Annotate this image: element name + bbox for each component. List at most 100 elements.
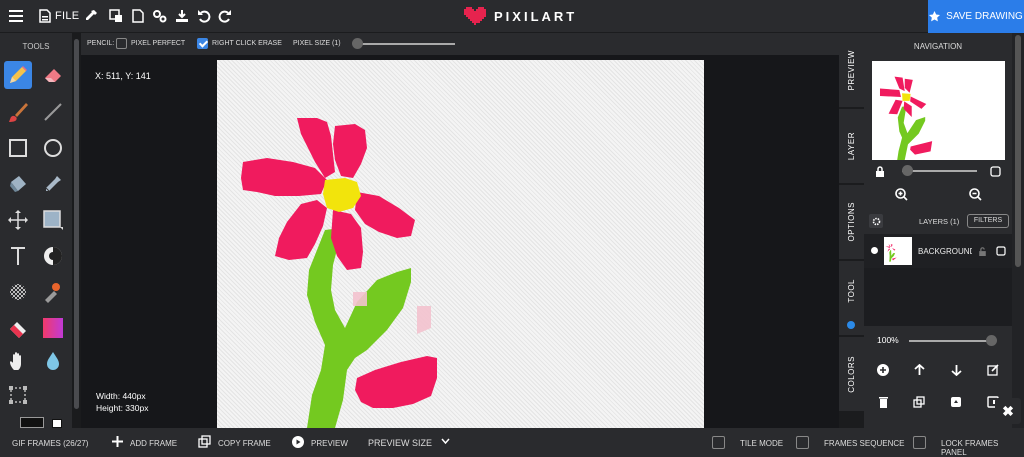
tab-colors[interactable]: COLORS [839,337,864,411]
eraser-tool[interactable] [39,61,67,89]
close-icon[interactable]: ✖ [995,398,1021,424]
download-icon[interactable] [174,8,190,24]
dither-tool[interactable] [4,278,32,306]
add-icon[interactable] [876,363,890,377]
resize-icon[interactable] [108,8,124,24]
frames-sequence-label: FRAMES SEQUENCE [824,439,905,448]
shade-tool[interactable] [39,242,67,270]
undo-icon[interactable] [196,8,212,24]
add-frame-button[interactable]: ADD FRAME [130,439,177,448]
opacity-slider-knob[interactable] [986,335,997,346]
gif-frames-label[interactable]: GIF FRAMES (26/27) [12,439,88,448]
pixel-size-slider-knob[interactable] [352,38,363,49]
navigation-opacity-track[interactable] [902,170,977,172]
trash-icon[interactable] [876,395,890,409]
tab-preview[interactable]: PREVIEW [839,33,864,107]
stamp-icon [45,283,60,303]
tools-title: TOOLS [22,42,50,51]
layer-visibility-icon[interactable] [871,247,878,254]
shade-icon [44,247,62,265]
fullscreen-icon[interactable] [988,164,1002,178]
chevron-down-icon[interactable] [441,438,450,447]
right-panel-scrollbar[interactable] [1012,33,1024,428]
opacity-slider-track[interactable] [909,340,993,342]
save-drawing-button[interactable]: SAVE DRAWING [928,0,1024,33]
canvas-dimensions: Width: 440px Height: 330px [96,390,148,414]
tab-options[interactable]: OPTIONS [839,185,864,259]
drawing-canvas[interactable] [217,60,704,428]
move-tool[interactable] [4,206,32,234]
file-icon[interactable] [37,8,53,24]
duplicate-icon[interactable] [912,395,926,409]
navigation-thumbnail [879,76,933,160]
preview-size-select[interactable]: PREVIEW SIZE [368,438,432,448]
pixel-perfect-checkbox[interactable] [116,38,127,49]
eyedropper-icon[interactable] [83,8,99,24]
tools-scrollbar-thumb[interactable] [74,39,79,409]
right-panel: NAVIGATION LAYERS (1) FILTERS BACKGROUND… [864,33,1012,428]
zoom-out-icon[interactable] [968,187,982,201]
lock-frames-panel-checkbox[interactable] [913,436,926,449]
color-replace-tool[interactable] [4,314,32,342]
preview-button[interactable]: PREVIEW [311,439,348,448]
play-icon[interactable] [292,436,304,450]
add-frame-icon[interactable] [112,436,123,449]
redo-icon[interactable] [217,8,233,24]
edit-icon[interactable] [986,363,1000,377]
tool-name-label: PENCIL: [87,40,115,47]
layers-header: LAYERS (1) FILTERS [864,210,1012,232]
heart-logo-icon [464,7,486,25]
text-tool[interactable] [4,242,32,270]
lock-icon[interactable] [873,164,887,178]
bucket-tool[interactable] [4,170,32,198]
tile-mode-checkbox[interactable] [712,436,725,449]
navigation-opacity-knob[interactable] [902,165,913,176]
right-click-erase-checkbox[interactable] [197,38,208,49]
select-tool[interactable] [39,206,67,234]
canvas-width: Width: 440px [96,391,146,401]
line-tool[interactable] [39,98,67,126]
brush-tool[interactable] [4,98,32,126]
pencil-tool[interactable] [4,61,32,89]
layer-select-icon[interactable] [994,244,1008,258]
stamp-tool[interactable] [39,278,67,306]
filters-button[interactable]: FILTERS [967,214,1009,228]
tab-tool[interactable]: TOOL [839,261,864,335]
document-icon[interactable] [130,8,146,24]
text-icon [11,247,25,265]
zoom-in-icon[interactable] [894,187,908,201]
rectangle-icon [9,139,27,157]
arrow-down-icon[interactable] [949,363,963,377]
primary-color-swatch[interactable] [20,417,44,428]
navigation-preview[interactable] [872,61,1005,160]
merge-icon[interactable] [949,395,963,409]
layer-row[interactable]: BACKGROUND [864,234,1012,268]
secondary-color-swatch[interactable] [52,419,62,428]
arrow-up-icon[interactable] [912,363,926,377]
eyedropper-tool[interactable] [39,170,67,198]
tools-scrollbar[interactable] [72,33,81,428]
tab-tool-indicator [847,321,855,329]
pixel-size-slider-track[interactable] [355,43,455,45]
tile-mode-label: TILE MODE [740,439,784,448]
frames-sequence-checkbox[interactable] [796,436,809,449]
crop-tool[interactable] [4,381,32,409]
cursor-coordinates: X: 511, Y: 141 [95,71,151,81]
copy-frame-button[interactable]: COPY FRAME [218,439,271,448]
copy-frame-icon[interactable] [198,435,211,450]
lock-frames-panel-label: LOCK FRAMES PANEL [941,439,999,457]
rectangle-tool[interactable] [4,134,32,162]
hand-tool[interactable] [4,347,32,375]
logo-text: PIXILART [494,8,578,24]
bucket-icon [10,176,26,192]
gradient-tool[interactable] [39,314,67,342]
blur-tool[interactable] [39,347,67,375]
circle-tool[interactable] [39,134,67,162]
right-panel-scrollbar-thumb[interactable] [1015,35,1021,267]
menu-icon[interactable] [8,8,24,24]
tab-layer[interactable]: LAYER [839,109,864,183]
layer-lock-icon[interactable] [975,244,989,258]
settings-icon[interactable] [152,8,168,24]
file-menu-label[interactable]: FILE [55,10,79,22]
layer-settings-icon[interactable] [869,214,883,228]
